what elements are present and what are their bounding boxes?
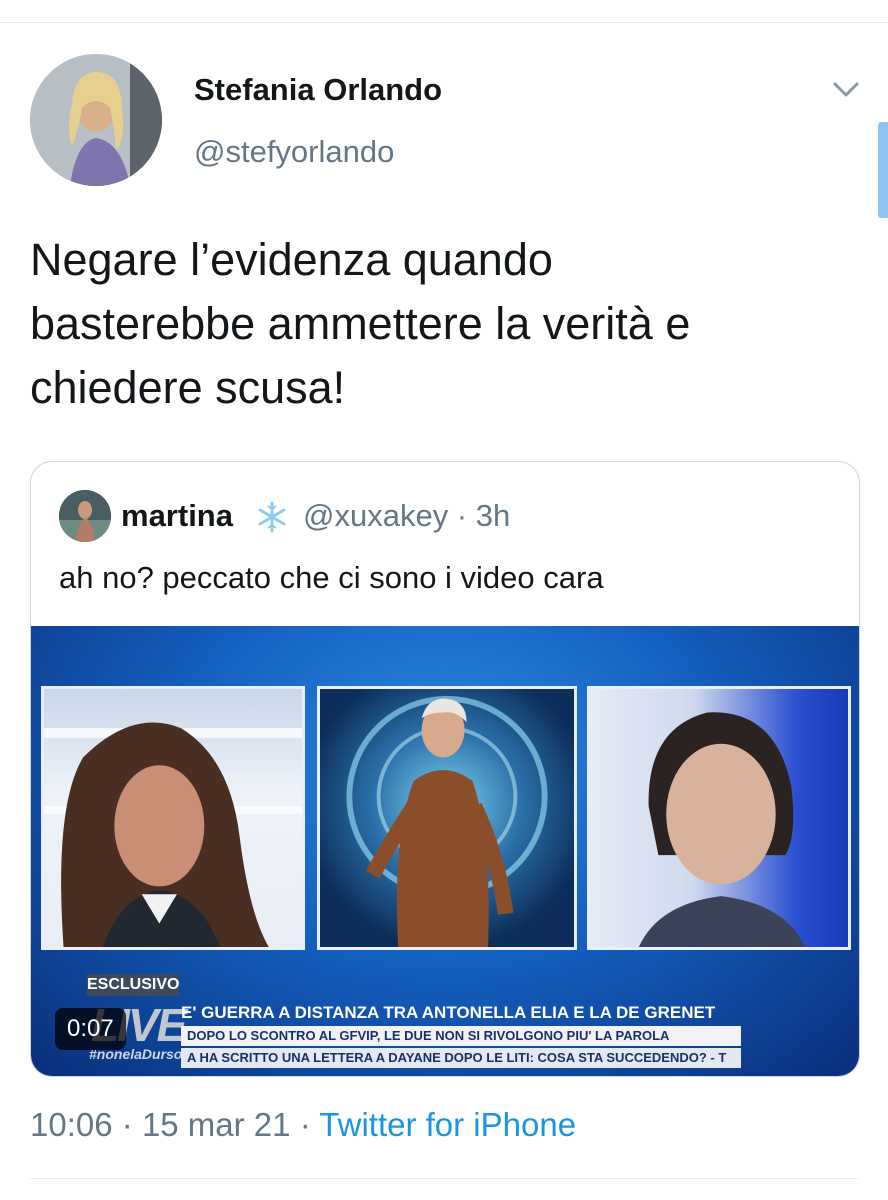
quoted-avatar[interactable] <box>59 490 111 542</box>
quoted-handle-time[interactable]: @xuxakey · 3h <box>303 498 510 534</box>
author-avatar[interactable] <box>30 54 162 186</box>
video-duration-badge: 0:07 <box>55 1008 126 1050</box>
quoted-tweet-text: ah no? peccato che ci sono i video cara <box>59 560 604 595</box>
author-display-name[interactable]: Stefania Orlando <box>194 72 442 108</box>
top-divider <box>0 22 888 23</box>
snowflake-icon <box>258 501 286 533</box>
video-panel-left <box>41 686 305 950</box>
tweet-meta: 10:06 · 15 mar 21 · Twitter for iPhone <box>30 1106 576 1144</box>
tweet-date: 15 mar 21 <box>141 1106 291 1143</box>
scrollbar[interactable] <box>878 122 888 218</box>
meta-separator: · <box>121 1106 133 1143</box>
video-panel-right <box>587 686 851 950</box>
tweet-text-line: basterebbe ammettere la verità e <box>30 298 691 349</box>
tweet-text-line: Negare l’evidenza quando <box>30 234 553 285</box>
meta-separator: · <box>299 1106 311 1143</box>
tweet-source-link[interactable]: Twitter for iPhone <box>319 1106 576 1143</box>
ticker-line: DOPO LO SCONTRO AL GFVIP, LE DUE NON SI … <box>181 1026 741 1046</box>
chevron-down-icon[interactable] <box>832 78 860 100</box>
tweet-time: 10:06 <box>30 1106 113 1143</box>
ticker-line: A HA SCRITTO UNA LETTERA A DAYANE DOPO L… <box>181 1048 741 1068</box>
quoted-tweet-card[interactable]: martina @xuxakey · 3h ah no? peccato che… <box>30 461 860 1077</box>
tweet-text-line: chiedere scusa! <box>30 362 346 413</box>
quoted-display-name[interactable]: martina <box>121 498 233 534</box>
video-panel-middle <box>317 686 577 950</box>
video-player[interactable]: ESCLUSIVO LIVE #nonelaDurso E' GUERRA A … <box>31 626 859 1076</box>
tweet-text: Negare l’evidenza quando basterebbe amme… <box>30 228 860 420</box>
bottom-divider <box>30 1178 858 1179</box>
exclusive-badge: ESCLUSIVO <box>87 974 179 996</box>
ticker-headline: E' GUERRA A DISTANZA TRA ANTONELLA ELIA … <box>181 1003 716 1022</box>
author-handle[interactable]: @stefyorlando <box>194 134 394 170</box>
